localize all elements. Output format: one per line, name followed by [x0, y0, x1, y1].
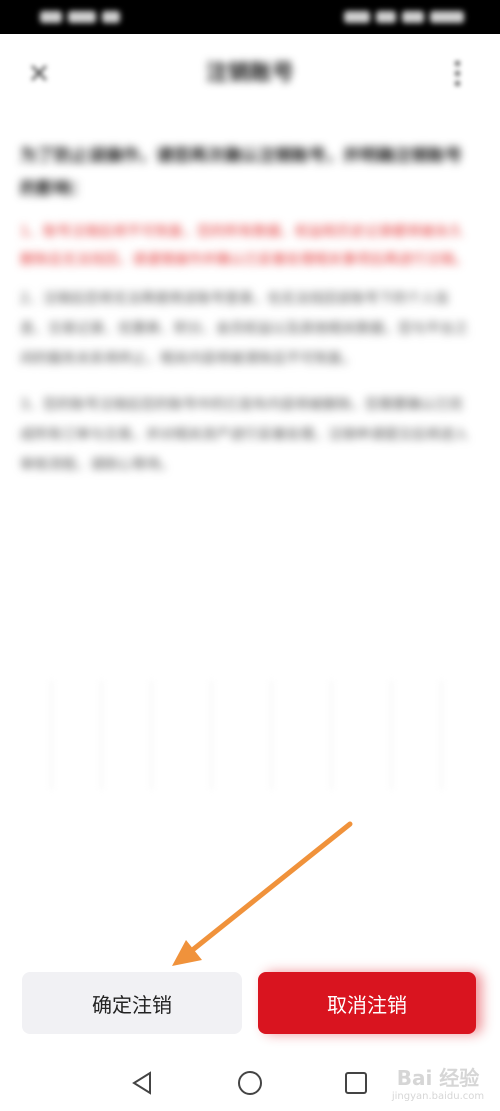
- notice-paragraph: 2、注销后您将无法再使用该账号登录，也无法找回该账号下的个人信息、交易记录、优惠…: [20, 291, 468, 367]
- watermark-url: jingyan.baidu.com: [391, 1091, 485, 1102]
- confirm-deregister-button[interactable]: 确定注销: [22, 972, 242, 1034]
- more-options-icon[interactable]: [446, 56, 468, 92]
- notice-content: 为了防止误操作，请您再次确认注销账号，并明确注销账号的影响： 1、账号注销后将不…: [20, 140, 470, 496]
- watermark-logo: Bai 经验: [396, 1066, 480, 1090]
- back-nav-icon[interactable]: [128, 1068, 158, 1098]
- header: 注销账号: [0, 34, 500, 114]
- status-right-icons: [344, 8, 464, 26]
- page-title: 注销账号: [205, 61, 294, 86]
- notice-paragraph: 3、您的账号注销后您的账号中的已发布内容将被删除，您需要确认已完成所有订单与交易…: [20, 397, 468, 473]
- cancel-deregister-button[interactable]: 取消注销: [258, 972, 476, 1034]
- screen: 注销账号 为了防止误操作，请您再次确认注销账号，并明确注销账号的影响： 1、账号…: [0, 0, 500, 1111]
- close-icon[interactable]: [26, 60, 52, 86]
- intro-text: 为了防止误操作，请您再次确认注销账号，并明确注销账号的影响：: [20, 146, 462, 199]
- warning-text: 1、账号注销后将不可恢复，您的所有数据、权益和历史记录都将被永久删除且无法找回，…: [20, 224, 468, 268]
- watermark: Bai 经验 jingyan.baidu.com: [382, 1056, 494, 1108]
- home-nav-icon[interactable]: [235, 1068, 265, 1098]
- recents-nav-icon[interactable]: [341, 1068, 371, 1098]
- status-left-icons: [40, 8, 120, 26]
- status-bar: [0, 0, 500, 34]
- blank-area-artifacts: [30, 680, 470, 800]
